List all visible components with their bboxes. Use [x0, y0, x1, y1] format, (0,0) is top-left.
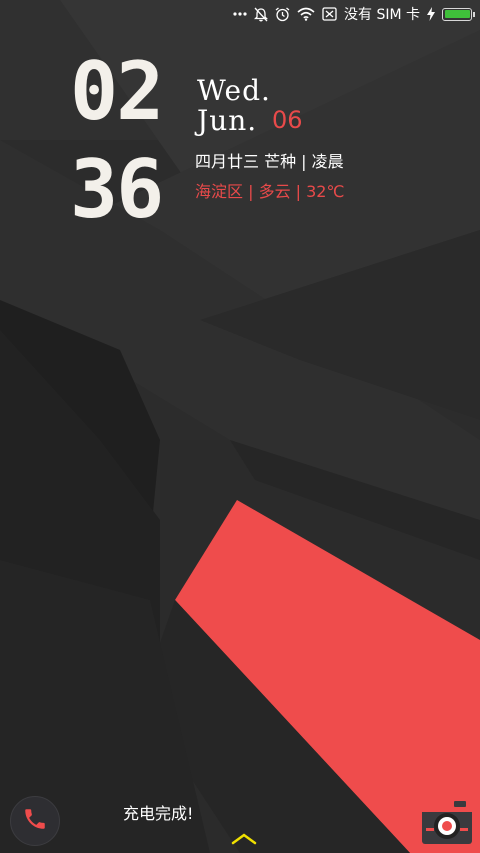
alarm-clock-icon	[275, 6, 290, 22]
unlock-arrow[interactable]	[230, 830, 258, 849]
date-day: 06	[272, 106, 303, 134]
status-bar: 没有 SIM 卡	[0, 0, 480, 28]
battery-icon	[442, 7, 475, 21]
alarm-off-icon	[254, 7, 268, 22]
lunar-date-line: 四月廿三 芒种 | 凌晨	[195, 152, 344, 171]
status-icons: 没有 SIM 卡	[233, 3, 475, 25]
wifi-icon	[297, 7, 315, 21]
charging-bolt-icon	[427, 7, 435, 21]
date-month: Jun.	[197, 104, 258, 137]
clock-minutes: 36	[70, 143, 164, 236]
camera-icon	[420, 801, 474, 850]
charging-status: 充电完成!	[123, 804, 194, 823]
phone-icon	[22, 806, 48, 836]
battery-cap	[473, 11, 475, 17]
weather-line: 海淀区 | 多云 | 32℃	[195, 182, 345, 201]
camera-shortcut-button[interactable]	[420, 800, 474, 846]
battery-level	[444, 10, 470, 18]
clock-hours: 02	[70, 45, 164, 138]
date-weekday: Wed.	[197, 74, 271, 107]
chevron-up-icon	[230, 830, 258, 849]
carrier-text: 没有 SIM 卡	[344, 7, 420, 23]
sim-blocked-icon	[322, 7, 337, 21]
more-dots-icon	[233, 12, 247, 16]
phone-shortcut-button[interactable]	[10, 796, 60, 846]
